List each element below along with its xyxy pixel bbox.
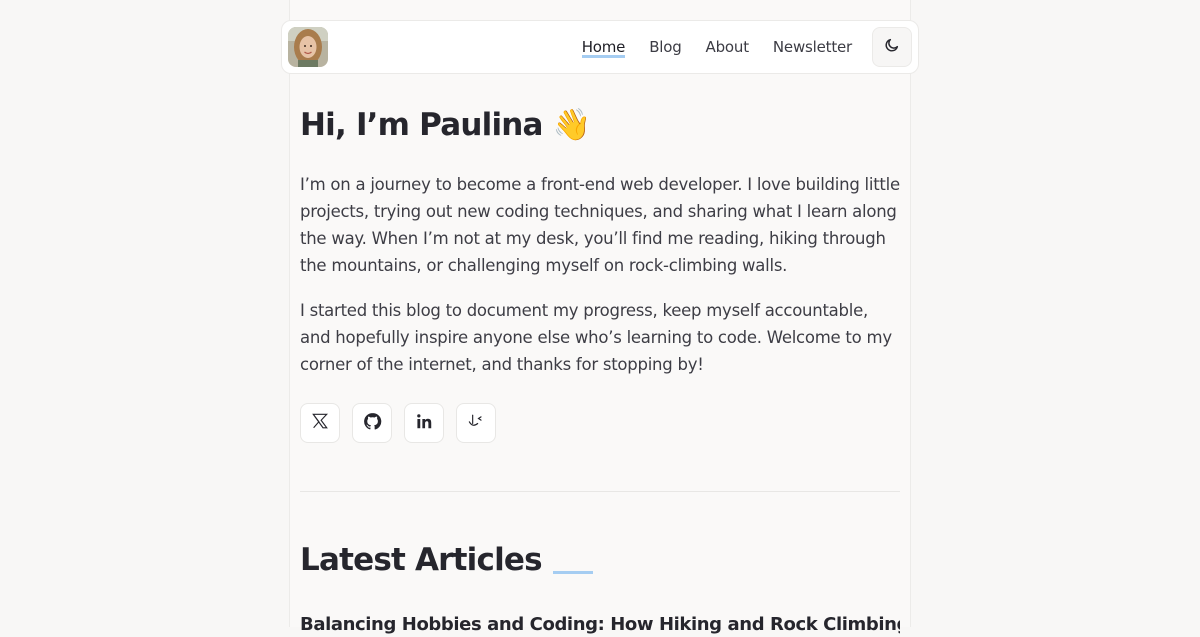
nav-link-home[interactable]: Home — [581, 37, 625, 58]
github-icon — [363, 412, 382, 435]
section-divider — [300, 491, 900, 492]
main-nav: Home Blog About Newsletter — [581, 37, 872, 58]
article-link[interactable]: Balancing Hobbies and Coding: How Hiking… — [300, 613, 900, 637]
latest-articles-heading: Latest Articles — [300, 538, 593, 582]
social-links — [300, 403, 496, 443]
moon-icon — [884, 37, 900, 57]
latest-articles-title: Latest Articles — [300, 542, 543, 578]
top-navbar: Home Blog About Newsletter — [281, 20, 919, 74]
title-accent-bar — [552, 570, 593, 574]
theme-toggle-button[interactable] — [872, 27, 912, 67]
intro-paragraph: I’m on a journey to become a front-end w… — [300, 175, 900, 275]
hero-title-text: Hi, I’m Paulina 👋 — [300, 107, 591, 145]
nav-link-about[interactable]: About — [706, 37, 750, 57]
avatar[interactable] — [288, 27, 328, 67]
intro-paragraph-2: I started this blog to document my progr… — [300, 301, 892, 374]
linkedin-button[interactable] — [404, 403, 444, 443]
x-twitter-icon — [311, 412, 329, 434]
linkedin-icon — [416, 413, 433, 434]
nav-link-newsletter[interactable]: Newsletter — [773, 37, 852, 57]
github-button[interactable] — [352, 403, 392, 443]
hero-title: Hi, I’m Paulina 👋 — [300, 105, 591, 145]
frontend-mentor-button[interactable] — [456, 403, 496, 443]
nav-link-blog[interactable]: Blog — [649, 37, 682, 57]
frontend-mentor-icon — [466, 411, 486, 435]
x-twitter-button[interactable] — [300, 403, 340, 443]
